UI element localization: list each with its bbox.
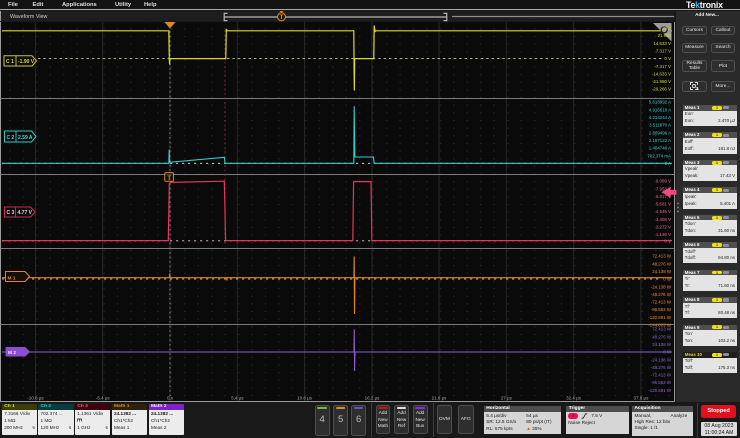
svg-text:29.2: 29.2 (662, 26, 671, 31)
svg-text:0 W: 0 W (663, 350, 672, 355)
svg-text:-1.90 V: -1.90 V (18, 59, 35, 65)
svg-text:-14.633 V: -14.633 V (652, 71, 671, 76)
svg-text:72.413 W: 72.413 W (652, 254, 672, 259)
svg-text:C 3: C 3 (7, 210, 15, 216)
svg-text:6.817 V: 6.817 V (656, 194, 671, 199)
svg-text:-10.8 µs: -10.8 µs (27, 396, 44, 401)
svg-text:27 µs: 27 µs (501, 396, 513, 401)
svg-text:1.404748 A: 1.404748 A (649, 146, 671, 151)
svg-text:-48.276 W: -48.276 W (651, 365, 672, 370)
svg-text:-24.138 W: -24.138 W (651, 357, 672, 362)
svg-text:-24.138 W: -24.138 W (651, 284, 672, 289)
svg-text:0 V: 0 V (664, 56, 671, 61)
svg-text:-48.276 W: -48.276 W (651, 292, 672, 297)
svg-text:2.272 V: 2.272 V (656, 225, 671, 230)
svg-text:24.138 W: 24.138 W (652, 342, 672, 347)
svg-text:4.916618 A: 4.916618 A (649, 107, 671, 112)
svg-text:48.276 W: 48.276 W (652, 334, 672, 339)
svg-text:4.214244 A: 4.214244 A (649, 115, 671, 120)
svg-text:4.545 V: 4.545 V (656, 209, 671, 214)
svg-text:3.511870 A: 3.511870 A (649, 123, 671, 128)
svg-text:2.809496 A: 2.809496 A (649, 130, 671, 135)
svg-text:9.089 V: 9.089 V (656, 179, 671, 184)
svg-text:24.138 W: 24.138 W (652, 269, 672, 274)
svg-text:-120.691 W: -120.691 W (648, 388, 672, 393)
svg-text:-72.413 W: -72.413 W (651, 373, 672, 378)
svg-text:10.8 µs: 10.8 µs (297, 396, 313, 401)
svg-text:-5.4 µs: -5.4 µs (96, 396, 111, 401)
svg-text:0 V: 0 V (664, 238, 671, 243)
svg-text:3.408 V: 3.408 V (656, 217, 671, 222)
svg-text:5.618992 A: 5.618992 A (649, 100, 671, 105)
svg-text:32.4 µs: 32.4 µs (566, 396, 582, 401)
svg-text:-72.413 W: -72.413 W (651, 300, 672, 305)
svg-text:0 s: 0 s (167, 396, 174, 401)
svg-text:2.59 A: 2.59 A (18, 135, 33, 141)
svg-text:4.77 V: 4.77 V (18, 210, 33, 216)
svg-text:37.8 µs: 37.8 µs (633, 396, 649, 401)
svg-text:7.953 V: 7.953 V (656, 186, 671, 191)
svg-text:7.317 V: 7.317 V (656, 48, 671, 53)
svg-text:C 2: C 2 (7, 135, 15, 141)
svg-text:5.681 V: 5.681 V (656, 202, 671, 207)
svg-text:1.136 V: 1.136 V (656, 232, 671, 237)
svg-text:2.107122 A: 2.107122 A (649, 138, 671, 143)
svg-text:C 1: C 1 (6, 59, 14, 65)
svg-text:21.950: 21.950 (658, 33, 672, 38)
svg-text:-21.950 V: -21.950 V (652, 79, 671, 84)
svg-text:21.6 µs: 21.6 µs (432, 396, 448, 401)
svg-text:72.413 W: 72.413 W (652, 327, 672, 332)
svg-text:T: T (167, 176, 171, 182)
svg-text:M 1: M 1 (8, 275, 16, 281)
svg-text:702.374 mA: 702.374 mA (647, 153, 671, 158)
svg-text:M 2: M 2 (8, 350, 16, 356)
svg-text:16.2 µs: 16.2 µs (365, 396, 381, 401)
svg-text:-29.266 V: -29.266 V (652, 87, 671, 92)
svg-text:14.633 V: 14.633 V (653, 41, 671, 46)
svg-text:0 A: 0 A (665, 161, 671, 166)
svg-text:-96.553 W: -96.553 W (651, 380, 672, 385)
svg-text:-96.553 W: -96.553 W (651, 307, 672, 312)
svg-text:-7.317 V: -7.317 V (654, 64, 671, 69)
svg-text:0 W: 0 W (663, 277, 672, 282)
svg-text:48.276 W: 48.276 W (652, 261, 672, 266)
svg-text:5.4 µs: 5.4 µs (231, 396, 244, 401)
svg-text:-120.691 W: -120.691 W (648, 315, 672, 320)
